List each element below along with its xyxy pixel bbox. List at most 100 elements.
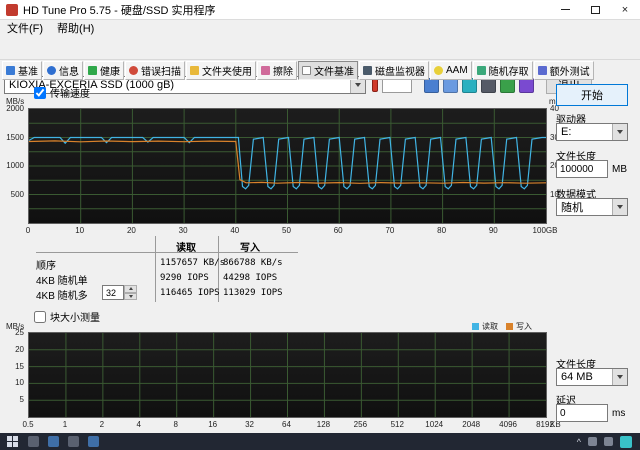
tick-label: 40 xyxy=(230,226,240,235)
file-length-unit: MB xyxy=(612,164,627,175)
results-header-read: 读取 xyxy=(176,243,196,254)
tick-label: 0.5 xyxy=(22,420,34,429)
menu-file[interactable]: 文件(F) xyxy=(0,19,50,37)
tick-label: 80 xyxy=(437,226,447,235)
tab-aam[interactable]: AAM xyxy=(430,61,472,80)
tab-erase[interactable]: 擦除 xyxy=(257,61,297,80)
chart1-x-axis: 0 10 20 30 40 50 60 70 80 90 100GB xyxy=(25,226,558,236)
extra-tests-icon xyxy=(537,66,547,75)
tab-random-access[interactable]: 随机存取 xyxy=(472,61,533,80)
block-size-checkbox-input[interactable] xyxy=(34,310,46,323)
tick-label: 10 xyxy=(15,378,24,388)
file-benchmark-icon xyxy=(302,66,311,75)
window-title: HD Tune Pro 5.75 - 硬盘/SSD 实用程序 xyxy=(23,4,216,17)
tick-label: 512 xyxy=(390,420,404,429)
spin-down-icon[interactable] xyxy=(124,292,137,300)
tick-label: 70 xyxy=(385,226,395,235)
tab-error-scan[interactable]: 错误扫描 xyxy=(125,61,185,80)
4kb-single-read-value: 9290 IOPS xyxy=(160,273,209,283)
block-file-length-combo[interactable]: 64 MB xyxy=(556,368,628,386)
tab-extra-tests[interactable]: 额外测试 xyxy=(533,61,594,80)
sequential-read-value: 1157657 KB/s xyxy=(160,258,226,268)
taskbar-app-icon[interactable] xyxy=(28,436,39,447)
tick-label: 16 xyxy=(208,420,218,429)
tick-label: 4 xyxy=(136,420,142,429)
spin-up-icon[interactable] xyxy=(124,285,137,293)
tab-health[interactable]: 健康 xyxy=(84,61,124,80)
4kb-multi-read-value: 116465 IOPS xyxy=(160,288,220,298)
disk-monitor-icon xyxy=(363,66,372,75)
tab-disk-monitor[interactable]: 磁盘监视器 xyxy=(359,61,429,80)
transfer-speed-checkbox[interactable]: 传输速度 xyxy=(34,85,90,100)
legend-read: 读取 xyxy=(472,321,498,332)
tick-label: 2 xyxy=(99,420,105,429)
tray-expand-icon[interactable]: ^ xyxy=(577,437,581,447)
taskbar-app-icon[interactable] xyxy=(88,436,99,447)
tick-label: 30 xyxy=(178,226,188,235)
legend-read-label: 读取 xyxy=(482,322,498,331)
data-mode-combo[interactable]: 随机 xyxy=(556,198,628,216)
tick-label: 256 xyxy=(353,420,368,429)
tick-label: 10 xyxy=(75,226,85,235)
tick-label: 1 xyxy=(62,420,68,429)
legend-write-label: 写入 xyxy=(516,322,532,331)
close-button[interactable]: × xyxy=(610,0,640,19)
4kb-single-write-value: 44298 IOPS xyxy=(223,273,278,283)
tab-label: 错误扫描 xyxy=(141,67,181,78)
block-size-checkbox[interactable]: 块大小测量 xyxy=(34,309,100,324)
tab-label: AAM xyxy=(446,65,468,76)
legend-write: 写入 xyxy=(506,321,532,332)
tab-file-benchmark[interactable]: 文件基准 xyxy=(298,61,358,80)
taskbar-app-icon[interactable] xyxy=(48,436,59,447)
chevron-down-icon xyxy=(612,369,627,385)
menu-help[interactable]: 帮助(H) xyxy=(50,19,101,37)
folder-usage-icon xyxy=(190,66,199,75)
tick-label: 4096 xyxy=(499,420,517,429)
drive-combo[interactable]: E: xyxy=(556,123,628,141)
queue-depth-spinner[interactable]: 32 xyxy=(102,285,137,300)
error-scan-icon xyxy=(129,66,138,75)
benchmark-icon xyxy=(6,66,15,75)
tray-icon[interactable] xyxy=(604,437,613,446)
tick-label: 1500 xyxy=(6,132,24,142)
taskbar: ^ xyxy=(0,433,640,450)
tab-label: 文件基准 xyxy=(314,67,354,78)
tab-label: 健康 xyxy=(100,67,120,78)
start-menu-button[interactable] xyxy=(7,436,18,447)
block-size-label: 块大小测量 xyxy=(50,313,100,324)
row-label-4kb-multi: 4KB 随机多 xyxy=(36,291,88,302)
file-length-input[interactable]: 100000 xyxy=(556,160,608,178)
tab-label: 基准 xyxy=(18,67,38,78)
taskbar-app-icon[interactable] xyxy=(68,436,79,447)
block-file-length-value: 64 MB xyxy=(561,371,593,383)
tab-label: 额外测试 xyxy=(549,67,590,78)
transfer-speed-chart-canvas xyxy=(28,109,547,223)
delay-input[interactable]: 0 xyxy=(556,404,608,422)
row-label-sequential: 顺序 xyxy=(36,261,56,272)
tick-label: 1000 xyxy=(6,160,24,170)
tick-label: 0 xyxy=(25,226,31,235)
block-size-chart xyxy=(28,332,547,418)
app-icon xyxy=(6,3,18,16)
tab-info[interactable]: 信息 xyxy=(43,61,83,80)
delay-unit: ms xyxy=(612,408,626,419)
row-label-4kb-single: 4KB 随机单 xyxy=(36,276,88,287)
input-method-indicator[interactable] xyxy=(620,435,632,448)
chart1-y-axis: 2000 1500 1000 500 xyxy=(0,104,26,222)
tick-label: 50 xyxy=(282,226,291,235)
tray-icon[interactable] xyxy=(588,437,597,446)
minimize-button[interactable] xyxy=(550,0,580,19)
transfer-speed-checkbox-input[interactable] xyxy=(34,86,46,99)
start-button[interactable]: 开始 xyxy=(556,84,628,106)
queue-depth-value[interactable]: 32 xyxy=(102,285,124,300)
tick-label: 64 xyxy=(282,420,291,429)
maximize-button[interactable] xyxy=(580,0,610,19)
tick-label: 25 xyxy=(15,327,24,337)
tab-bar: 基准 信息 健康 错误扫描 文件夹使用 擦除 文件基准 磁盘监视器 AAM 随机存取 额外测试 xyxy=(2,61,638,80)
tab-benchmark[interactable]: 基准 xyxy=(2,61,42,80)
tab-folder-usage[interactable]: 文件夹使用 xyxy=(186,61,256,80)
tick-label: 32 xyxy=(245,420,255,429)
tick-label: 2000 xyxy=(6,103,24,113)
tab-label: 信息 xyxy=(59,67,79,78)
aam-icon xyxy=(434,66,443,75)
